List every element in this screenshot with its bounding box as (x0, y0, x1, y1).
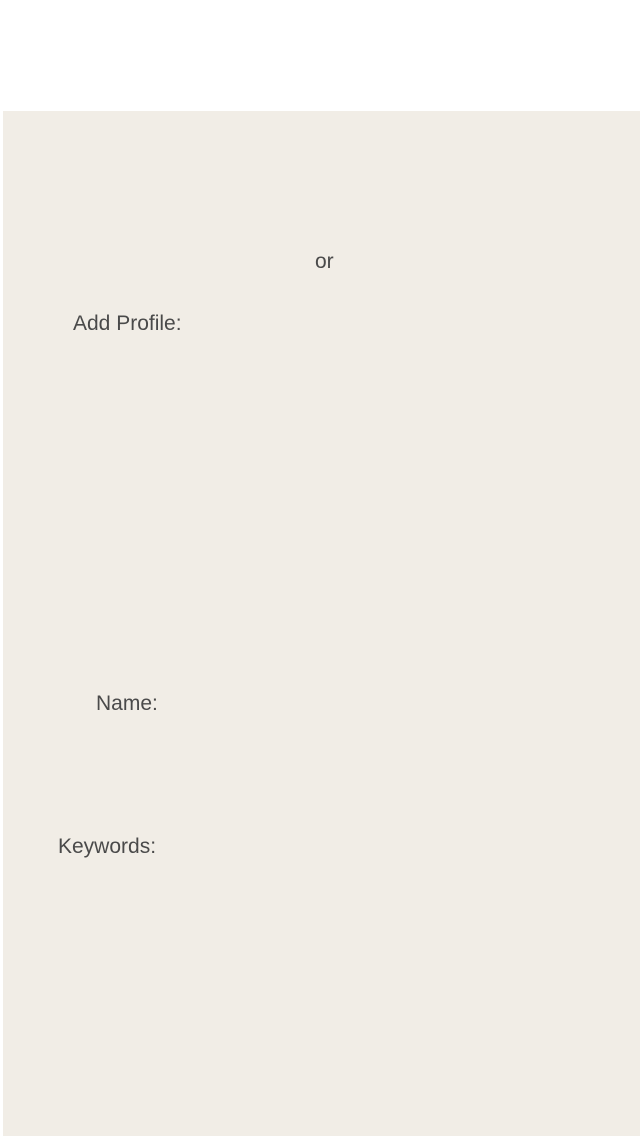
top-blank-area (0, 0, 640, 111)
content-panel: or Add Profile: Name: Keywords: (3, 111, 640, 1136)
keywords-label: Keywords: (58, 835, 157, 858)
add-profile-label: Add Profile: (73, 312, 182, 335)
name-label: Name: (96, 692, 158, 715)
or-separator-text: or (315, 250, 334, 273)
